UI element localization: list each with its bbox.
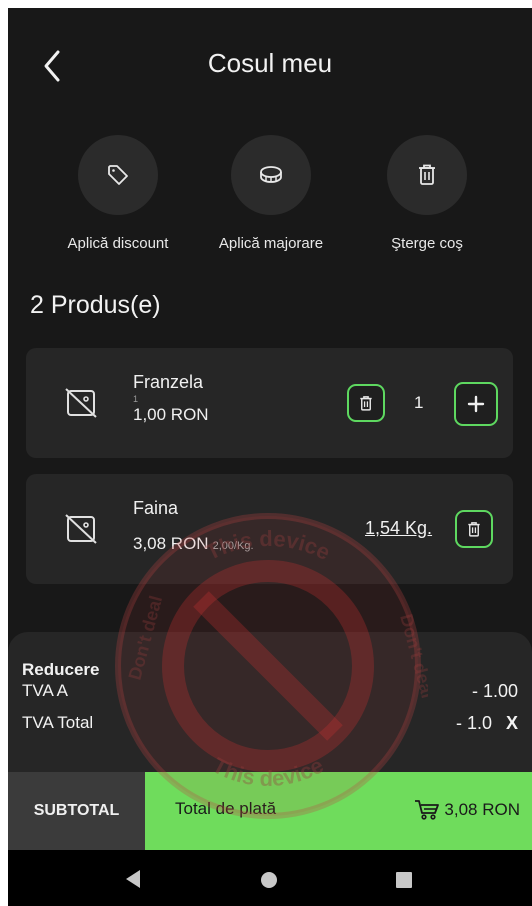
tag-icon [108, 165, 128, 185]
product-sub-qty: 1 [133, 394, 139, 404]
apply-markup-button[interactable]: Aplică majorare [201, 135, 341, 252]
trash-icon [360, 395, 372, 411]
product-unit-price: 2,00/Kg. [212, 540, 254, 552]
subtotal-button[interactable]: SUBTOTAL [8, 772, 145, 850]
weight-value-link[interactable]: 1,54 Kg. [365, 518, 432, 539]
tva-total-value: - 1.0 [455, 713, 492, 733]
product-price: 1,00 RON [133, 405, 209, 424]
clear-cart-circle[interactable] [387, 135, 467, 215]
system-nav-bar [8, 850, 532, 906]
total-amount: 3,08 RON [444, 800, 520, 819]
app-screen: Cosul meu Aplică discount Aplică majorar… [8, 8, 532, 906]
tva-total-label: TVA Total [22, 713, 94, 732]
nav-back-icon[interactable] [124, 868, 144, 890]
summary-panel: Reducere TVA A - 1.00 TVA Total - 1.0 X [8, 632, 532, 772]
tva-a-value: - 1.00 [471, 681, 518, 701]
total-amount-group: 3,08 RON [414, 799, 520, 821]
total-label: Total de plată [175, 799, 277, 818]
trash-icon [468, 521, 480, 537]
product-price: 3,08 RON [133, 534, 209, 553]
remove-tva-button[interactable]: X [506, 713, 518, 733]
quantity-value: 1 [414, 393, 424, 412]
product-price-line: 3,08 RON 2,00/Kg. [133, 534, 254, 554]
tva-a-label: TVA A [22, 681, 68, 700]
increase-quantity-button[interactable] [454, 382, 498, 426]
plus-icon [467, 395, 485, 413]
coin-icon [260, 166, 282, 183]
apply-discount-circle[interactable] [78, 135, 158, 215]
product-name: Franzela [133, 372, 204, 392]
product-card-faina[interactable]: Faina 3,08 RON 2,00/Kg. 1,54 Kg. [26, 474, 513, 584]
product-name: Faina [133, 498, 179, 518]
nav-recents-icon[interactable] [395, 871, 413, 889]
delete-item-button[interactable] [455, 510, 493, 548]
tva-total-row-right: - 1.0 X [456, 713, 518, 734]
apply-markup-circle[interactable] [231, 135, 311, 215]
checkout-bar: SUBTOTAL Total de plată 3,08 RON [8, 772, 532, 850]
header: Cosul meu [8, 8, 532, 112]
clear-cart-button[interactable]: Şterge coş [357, 135, 497, 252]
page-title: Cosul meu [207, 48, 333, 78]
nav-home-icon[interactable] [260, 871, 278, 889]
cart-icon [415, 800, 440, 820]
pay-total-button[interactable]: Total de plată 3,08 RON [145, 772, 532, 850]
reducere-label: Reducere [22, 660, 100, 679]
apply-markup-label: Aplică majorare [218, 235, 324, 252]
no-image-icon [65, 388, 97, 418]
no-image-icon [65, 514, 97, 544]
apply-discount-button[interactable]: Aplică discount [48, 135, 188, 252]
products-count: 2 Produs(e) [30, 291, 161, 319]
clear-cart-label: Şterge coş [391, 235, 463, 252]
delete-item-button[interactable] [347, 384, 385, 422]
product-card-franzela[interactable]: Franzela 1 1,00 RON 1 [26, 348, 513, 458]
trash-icon [419, 164, 435, 185]
apply-discount-label: Aplică discount [67, 235, 169, 252]
